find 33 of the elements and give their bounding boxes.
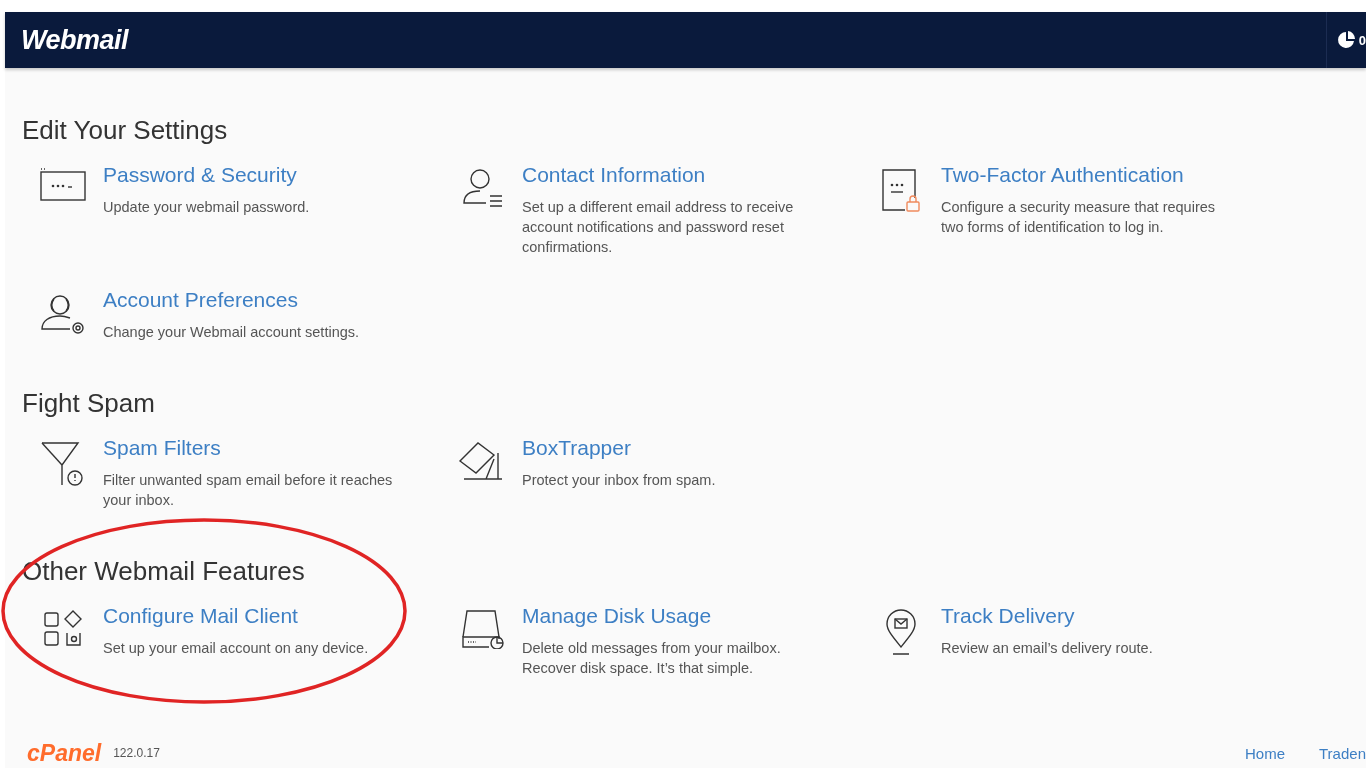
webmail-logo[interactable]: Webmail	[21, 24, 129, 56]
app-grid-icon	[42, 609, 83, 649]
feature-link[interactable]: Configure Mail Client	[103, 601, 403, 631]
feature-description: Review an email’s delivery route.	[941, 639, 1154, 658]
feature-link[interactable]: BoxTrapper	[522, 433, 822, 463]
feature-link[interactable]: Manage Disk Usage	[522, 601, 822, 631]
feature-description: Configure a security measure that requires two forms of identification to log in.	[941, 198, 1217, 237]
section-heading: Edit Your Settings	[22, 114, 229, 146]
feature-link[interactable]: Contact Information	[522, 160, 822, 190]
feature-description: Update your webmail password.	[103, 198, 311, 217]
password-field-icon	[39, 168, 86, 202]
footer-link[interactable]: Home	[1245, 744, 1285, 762]
password-lock-icon	[880, 168, 921, 212]
user-gear-icon	[39, 293, 86, 335]
filter-icon	[39, 441, 86, 487]
feature-link[interactable]: Spam Filters	[103, 433, 403, 463]
feature-link[interactable]: Track Delivery	[941, 601, 1241, 631]
cpanel-logo: cPanel	[27, 739, 102, 767]
footer-link[interactable]: Traden	[1319, 744, 1366, 762]
feature-link[interactable]: Password & Security	[103, 160, 403, 190]
feature-description: Protect your inbox from spam.	[522, 471, 717, 490]
section-heading: Fight Spam	[22, 387, 156, 419]
pie-chart-icon[interactable]	[1336, 30, 1357, 50]
feature-description: Set up a different email address to receive account notifications and password reset confirmations.	[522, 198, 795, 257]
location-pin-icon	[884, 609, 917, 655]
feature-description: Change your Webmail account settings.	[103, 323, 361, 342]
feature-link[interactable]: Account Preferences	[103, 285, 403, 315]
feature-description: Filter unwanted spam email before it reaches your inbox.	[103, 471, 394, 510]
disk-usage-count: 0	[1358, 32, 1366, 48]
feature-description: Delete old messages from your mailbox. Recover disk space. It’s that simple.	[522, 639, 782, 678]
feature-link[interactable]: Two-Factor Authentication	[941, 160, 1241, 190]
version-number: 122.0.17	[113, 746, 160, 760]
feature-description: Set up your email account on any device.	[103, 639, 370, 658]
